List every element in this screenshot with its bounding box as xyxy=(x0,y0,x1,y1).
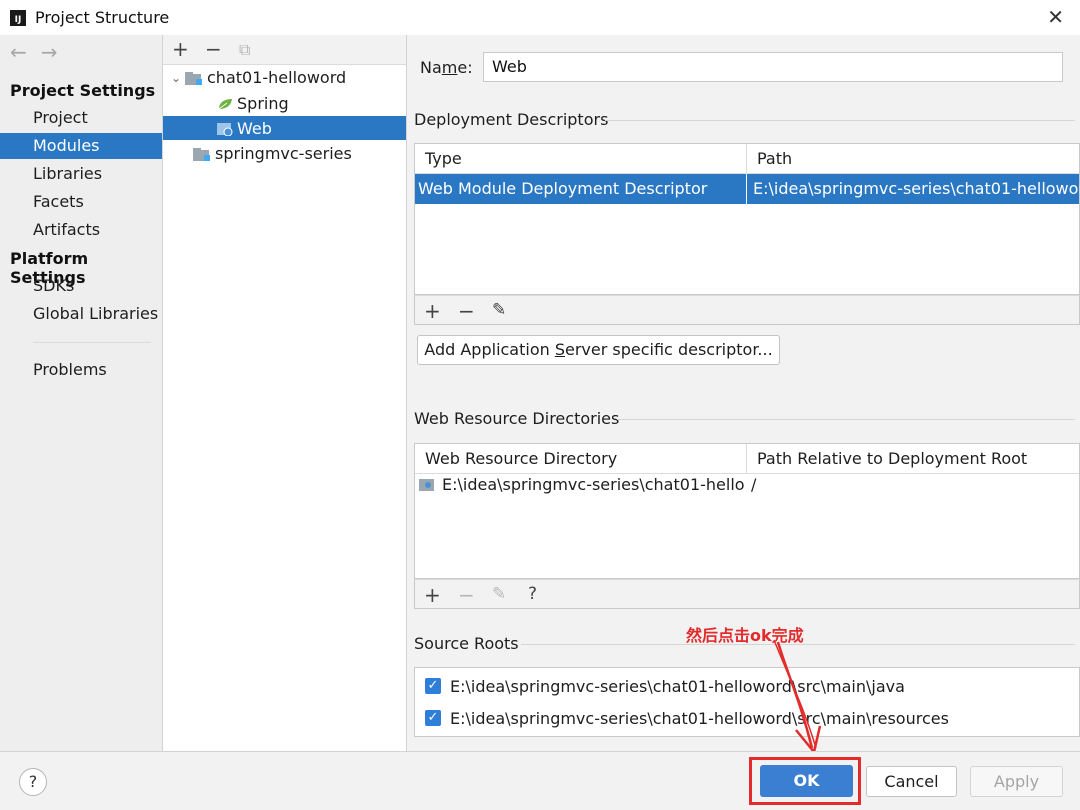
sidebar-item-problems[interactable]: Problems xyxy=(0,357,162,383)
name-label: Name: xyxy=(420,58,473,77)
cell-type: Web Module Deployment Descriptor xyxy=(418,179,708,198)
add-server-descriptor-button[interactable]: Add Application Server specific descript… xyxy=(417,335,780,365)
add-icon[interactable]: + xyxy=(172,37,189,61)
column-header-web-resource-directory[interactable]: Web Resource Directory xyxy=(415,444,617,474)
tree-item-label: springmvc-series xyxy=(215,144,352,163)
edit-pencil-icon[interactable]: ✎ xyxy=(492,300,506,320)
cell-relative-path: / xyxy=(751,475,757,494)
group-divider xyxy=(617,419,1075,420)
chevron-down-icon[interactable]: ⌄ xyxy=(171,66,185,90)
sidebar-item-project[interactable]: Project xyxy=(0,105,162,131)
module-tree-panel: + − ⧉ ⌄ chat01-helloword Spring Web spri… xyxy=(162,35,407,751)
sidebar-item-sdks[interactable]: SDKs xyxy=(0,273,162,299)
tree-selection-highlight xyxy=(163,116,406,140)
remove-icon[interactable]: − xyxy=(205,37,222,61)
web-resources-table-toolbar: + − ✎ ? xyxy=(414,579,1080,609)
tree-toolbar: + − ⧉ xyxy=(163,35,406,65)
web-resource-directories-table: Web Resource Directory Path Relative to … xyxy=(414,443,1080,579)
nav-arrows: ←→ xyxy=(10,40,72,64)
source-root-item[interactable]: ✓ E:\idea\springmvc-series\chat01-hellow… xyxy=(425,705,949,731)
web-facet-icon xyxy=(217,123,233,136)
sidebar-divider xyxy=(33,342,151,343)
table-row[interactable]: Web Module Deployment Descriptor E:\idea… xyxy=(415,174,1080,204)
cell-path: E:\idea\springmvc-series\chat01-hellowor… xyxy=(753,179,1080,198)
column-header-relative-path[interactable]: Path Relative to Deployment Root xyxy=(747,444,1027,474)
column-header-path[interactable]: Path xyxy=(747,144,792,174)
apply-button[interactable]: Apply xyxy=(970,766,1063,797)
window-title: Project Structure xyxy=(35,8,170,27)
sidebar-item-global-libraries[interactable]: Global Libraries xyxy=(0,301,162,327)
deployment-descriptors-table: Type Path Web Module Deployment Descript… xyxy=(414,143,1080,295)
edit-pencil-icon: ✎ xyxy=(492,584,507,604)
source-root-path: E:\idea\springmvc-series\chat01-hellowor… xyxy=(450,676,905,696)
project-settings-header: Project Settings xyxy=(10,81,156,100)
add-icon[interactable]: + xyxy=(424,299,441,323)
descriptors-table-toolbar: + − ✎ xyxy=(414,295,1080,325)
dialog-button-bar: ? OK Cancel Apply xyxy=(0,751,1080,810)
tree-item-label: Web xyxy=(237,119,272,138)
settings-sidebar: ←→ Project Settings Project Modules Libr… xyxy=(0,35,162,751)
tree-item-springmvc-series[interactable]: springmvc-series xyxy=(193,142,352,166)
close-icon[interactable]: ✕ xyxy=(1047,5,1064,29)
cell-directory: E:\idea\springmvc-series\chat01-hello... xyxy=(442,475,744,494)
source-roots-list: ✓ E:\idea\springmvc-series\chat01-hellow… xyxy=(414,667,1080,737)
module-folder-icon xyxy=(185,71,203,85)
remove-icon[interactable]: − xyxy=(458,299,475,323)
spring-leaf-icon xyxy=(218,99,232,110)
help-question-icon[interactable]: ? xyxy=(528,584,537,604)
deployment-descriptors-title: Deployment Descriptors xyxy=(414,110,609,129)
sidebar-item-modules[interactable]: Modules xyxy=(0,133,162,159)
copy-icon[interactable]: ⧉ xyxy=(239,40,250,60)
sidebar-item-facets[interactable]: Facets xyxy=(0,189,162,215)
add-icon[interactable]: + xyxy=(424,583,441,607)
annotation-arrow-icon xyxy=(773,639,822,755)
module-folder-icon xyxy=(193,147,211,161)
tree-item-web[interactable]: Web xyxy=(217,117,272,141)
checkbox-checked-icon[interactable]: ✓ xyxy=(425,678,441,694)
table-row[interactable]: E:\idea\springmvc-series\chat01-hello...… xyxy=(415,472,1079,498)
sidebar-item-artifacts[interactable]: Artifacts xyxy=(0,217,162,243)
tree-item-chat01-helloword[interactable]: ⌄ chat01-helloword xyxy=(171,66,346,90)
column-divider xyxy=(746,174,747,204)
ok-button[interactable]: OK xyxy=(760,765,853,797)
name-input[interactable]: Web xyxy=(483,52,1063,82)
web-folder-icon xyxy=(419,479,434,491)
tree-item-label: Spring xyxy=(237,94,289,113)
forward-arrow-icon[interactable]: → xyxy=(41,40,72,64)
tree-item-spring[interactable]: Spring xyxy=(217,92,289,116)
source-root-item[interactable]: ✓ E:\idea\springmvc-series\chat01-hellow… xyxy=(425,673,905,699)
checkbox-checked-icon[interactable]: ✓ xyxy=(425,710,441,726)
intellij-app-icon: IJ xyxy=(10,9,26,26)
table-header: Web Resource Directory Path Relative to … xyxy=(415,444,1079,474)
remove-icon: − xyxy=(458,583,475,607)
cancel-button[interactable]: Cancel xyxy=(866,766,957,797)
column-header-type[interactable]: Type xyxy=(415,144,462,174)
back-arrow-icon[interactable]: ← xyxy=(10,40,41,64)
web-resource-directories-title: Web Resource Directories xyxy=(414,409,620,428)
source-root-path: E:\idea\springmvc-series\chat01-hellowor… xyxy=(450,708,949,728)
title-bar: IJ Project Structure ✕ xyxy=(0,0,1080,35)
group-divider xyxy=(605,120,1075,121)
table-header: Type Path xyxy=(415,144,1079,174)
sidebar-item-libraries[interactable]: Libraries xyxy=(0,161,162,187)
tree-item-label: chat01-helloword xyxy=(207,68,347,87)
source-roots-title: Source Roots xyxy=(414,634,519,653)
help-button[interactable]: ? xyxy=(19,768,47,796)
